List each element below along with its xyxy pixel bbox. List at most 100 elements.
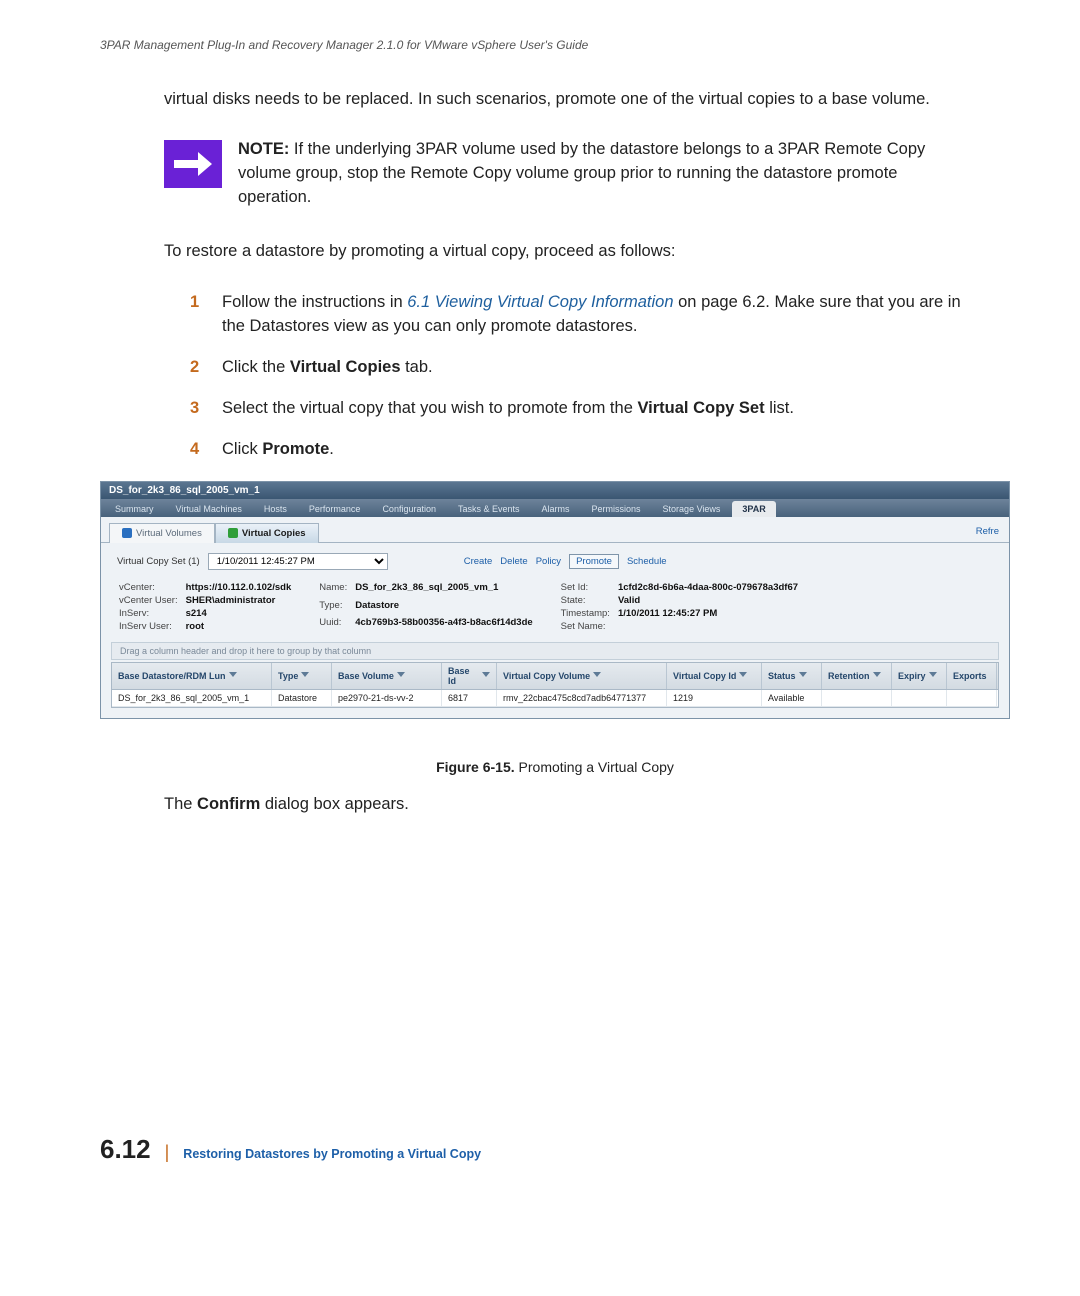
tab-storage-views[interactable]: Storage Views <box>653 501 731 517</box>
tab-alarms[interactable]: Alarms <box>532 501 580 517</box>
vcenter-value: https://10.112.0.102/sdk <box>186 582 292 593</box>
page-number: 6.12 <box>100 1134 151 1165</box>
col-base-volume[interactable]: Base Volume <box>332 663 442 689</box>
note-block: NOTE: If the underlying 3PAR volume used… <box>164 138 964 210</box>
sub-tab-virtual-volumes[interactable]: Virtual Volumes <box>109 523 215 543</box>
inserv-label: InServ: <box>119 608 178 619</box>
cell-type: Datastore <box>272 690 332 706</box>
setid-label: Set Id: <box>561 582 610 593</box>
tab-configuration[interactable]: Configuration <box>372 501 446 517</box>
group-by-hint[interactable]: Drag a column header and drop it here to… <box>111 642 999 660</box>
toolbar-row: Virtual Copy Set (1) 1/10/2011 12:45:27 … <box>101 543 1009 578</box>
schedule-button[interactable]: Schedule <box>627 556 667 567</box>
tab-summary[interactable]: Summary <box>105 501 164 517</box>
tab-virtual-machines[interactable]: Virtual Machines <box>166 501 252 517</box>
filter-icon[interactable] <box>873 672 881 680</box>
figure-title: Promoting a Virtual Copy <box>515 759 674 775</box>
grid-header: Base Datastore/RDM Lun Type Base Volume … <box>112 663 998 690</box>
inserv-user-label: InServ User: <box>119 621 178 632</box>
lead-paragraph: To restore a datastore by promoting a vi… <box>164 240 964 264</box>
step-number: 1 <box>190 290 204 340</box>
confirm-sentence: The Confirm dialog box appears. <box>164 795 1010 814</box>
app-screenshot: DS_for_2k3_86_sql_2005_vm_1 Summary Virt… <box>100 481 1010 719</box>
filter-icon[interactable] <box>482 672 490 680</box>
table-row[interactable]: DS_for_2k3_86_sql_2005_vm_1 Datastore pe… <box>112 690 998 707</box>
col-vcid[interactable]: Virtual Copy Id <box>667 663 762 689</box>
vcenter-label: vCenter: <box>119 582 178 593</box>
setid-value: 1cfd2c8d-6b6a-4daa-800c-079678a3df67 <box>618 582 798 593</box>
vcs-label: Virtual Copy Set (1) <box>117 556 200 567</box>
window-title: DS_for_2k3_86_sql_2005_vm_1 <box>101 482 1009 499</box>
name-label: Name: <box>319 582 347 597</box>
create-button[interactable]: Create <box>464 556 493 567</box>
arrow-right-icon <box>164 140 222 188</box>
col-vcv[interactable]: Virtual Copy Volume <box>497 663 667 689</box>
note-label: NOTE: <box>238 140 289 158</box>
vcenter-user-label: vCenter User: <box>119 595 178 606</box>
tab-performance[interactable]: Performance <box>299 501 371 517</box>
step-body: Click Promote. <box>222 437 334 462</box>
page-footer: 6.12 | Restoring Datastores by Promoting… <box>100 1134 1010 1165</box>
inserv-user-value: root <box>186 621 292 632</box>
running-header: 3PAR Management Plug-In and Recovery Man… <box>100 38 1010 52</box>
tab-3par[interactable]: 3PAR <box>732 501 775 517</box>
intro-paragraph: virtual disks needs to be replaced. In s… <box>164 88 964 112</box>
filter-icon[interactable] <box>301 672 309 680</box>
filter-icon[interactable] <box>929 672 937 680</box>
col-expiry[interactable]: Expiry <box>892 663 947 689</box>
col-retention[interactable]: Retention <box>822 663 892 689</box>
cell-retention <box>822 690 892 706</box>
volume-icon <box>122 528 132 538</box>
state-label: State: <box>561 595 610 606</box>
state-value: Valid <box>618 595 798 606</box>
sub-tab-row: Virtual Volumes Virtual Copies Refre <box>101 517 1009 543</box>
cross-ref-link[interactable]: 6.1 Viewing Virtual Copy Information <box>407 293 673 311</box>
filter-icon[interactable] <box>799 672 807 680</box>
col-type[interactable]: Type <box>272 663 332 689</box>
cell-expiry <box>892 690 947 706</box>
tab-tasks-events[interactable]: Tasks & Events <box>448 501 530 517</box>
filter-icon[interactable] <box>593 672 601 680</box>
filter-icon[interactable] <box>397 672 405 680</box>
uuid-value: 4cb769b3-58b00356-a4f3-b8ac6f14d3de <box>355 617 532 632</box>
refresh-link[interactable]: Refre <box>976 526 999 537</box>
type-value: Datastore <box>355 600 532 615</box>
policy-button[interactable]: Policy <box>536 556 561 567</box>
footer-separator: | <box>165 1142 170 1163</box>
document-page: 3PAR Management Plug-In and Recovery Man… <box>0 0 1080 1205</box>
timestamp-label: Timestamp: <box>561 608 610 619</box>
cell-vcv: rmv_22cbac475c8cd7adb64771377 <box>497 690 667 706</box>
step-1: 1 Follow the instructions in 6.1 Viewing… <box>190 290 970 340</box>
step-body: Select the virtual copy that you wish to… <box>222 396 794 421</box>
tab-permissions[interactable]: Permissions <box>582 501 651 517</box>
type-label: Type: <box>319 600 347 615</box>
inserv-value: s214 <box>186 608 292 619</box>
filter-icon[interactable] <box>739 672 747 680</box>
cell-base-volume: pe2970-21-ds-vv-2 <box>332 690 442 706</box>
step-3: 3 Select the virtual copy that you wish … <box>190 396 970 421</box>
step-2: 2 Click the Virtual Copies tab. <box>190 355 970 380</box>
step-4: 4 Click Promote. <box>190 437 970 462</box>
timestamp-value: 1/10/2011 12:45:27 PM <box>618 608 798 619</box>
promote-button[interactable]: Promote <box>569 554 619 569</box>
col-base-datastore[interactable]: Base Datastore/RDM Lun <box>112 663 272 689</box>
cell-exports <box>947 690 997 706</box>
virtual-copy-set-select[interactable]: 1/10/2011 12:45:27 PM <box>208 553 388 570</box>
step-body: Follow the instructions in 6.1 Viewing V… <box>222 290 970 340</box>
filter-icon[interactable] <box>229 672 237 680</box>
tab-hosts[interactable]: Hosts <box>254 501 297 517</box>
delete-button[interactable]: Delete <box>500 556 527 567</box>
ordered-steps: 1 Follow the instructions in 6.1 Viewing… <box>190 290 970 462</box>
setname-label: Set Name: <box>561 621 610 632</box>
details-panel: vCenter: https://10.112.0.102/sdk vCenter… <box>101 578 1009 640</box>
col-exports[interactable]: Exports <box>947 663 997 689</box>
col-base-id[interactable]: Base Id <box>442 663 497 689</box>
vcenter-user-value: SHER\administrator <box>186 595 292 606</box>
cell-vcid: 1219 <box>667 690 762 706</box>
note-text: NOTE: If the underlying 3PAR volume used… <box>238 138 964 210</box>
footer-section-title: Restoring Datastores by Promoting a Virt… <box>183 1147 481 1161</box>
sub-tab-virtual-copies[interactable]: Virtual Copies <box>215 523 319 543</box>
col-status[interactable]: Status <box>762 663 822 689</box>
step-number: 2 <box>190 355 204 380</box>
copy-icon <box>228 528 238 538</box>
